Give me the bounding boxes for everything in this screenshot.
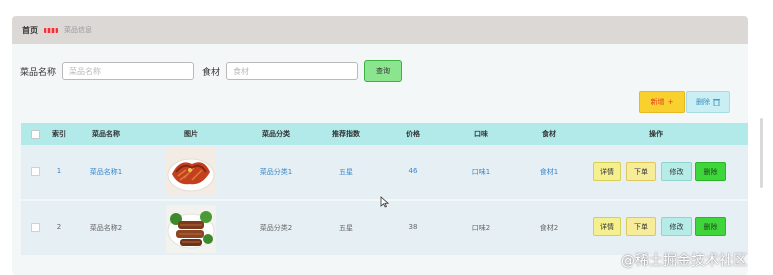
detail-button[interactable]: 详情 <box>593 162 621 181</box>
header-ingredient: 食材 <box>542 130 556 138</box>
table-header: 索引 菜品名称 图片 菜品分类 推荐指数 价格 口味 食材 操作 <box>21 123 748 145</box>
search-bar: 菜品名称 食材 查询 <box>20 60 403 82</box>
breadcrumb-current: 菜品信息 <box>64 26 92 34</box>
table-row: 2 菜品名称2 菜品分类2 五星 38 口味2 食材2 详情 下单 修改 删除 <box>21 201 748 255</box>
dish-image[interactable] <box>166 205 216 253</box>
row-category: 菜品分类2 <box>259 224 293 232</box>
add-button-label: 新增 <box>650 98 665 106</box>
order-button[interactable]: 下单 <box>626 217 656 236</box>
row-rating: 五星 <box>339 224 353 232</box>
header-index: 索引 <box>52 130 66 138</box>
row-category: 菜品分类1 <box>259 168 293 176</box>
row-taste: 口味2 <box>471 224 491 232</box>
remove-button[interactable]: 删除 <box>695 162 726 181</box>
row-price: 38 <box>408 223 418 231</box>
header-category: 菜品分类 <box>262 130 290 138</box>
trash-icon <box>713 99 720 106</box>
watermark: @稀土掘金技术社区 <box>621 253 747 269</box>
edit-button[interactable]: 修改 <box>661 162 692 181</box>
row-checkbox[interactable] <box>31 167 40 176</box>
add-button[interactable]: 新增 + <box>639 91 685 113</box>
table-row: 1 菜品名称1 菜品分类1 五星 46 口味1 食材1 详情 下单 修改 删除 <box>21 145 748 199</box>
ingredient-label: 食材 <box>202 67 221 78</box>
delete-button-label: 删除 <box>696 98 710 106</box>
row-ingredient: 食材1 <box>539 168 559 176</box>
order-button-label: 下单 <box>634 167 648 176</box>
dish-table: 索引 菜品名称 图片 菜品分类 推荐指数 价格 口味 食材 操作 1 菜品名称1… <box>21 123 748 255</box>
edit-button[interactable]: 修改 <box>661 217 692 236</box>
row-taste: 口味1 <box>471 168 491 176</box>
remove-button-label: 删除 <box>703 167 718 176</box>
dish-name-input[interactable] <box>62 62 195 80</box>
row-rating: 五星 <box>339 168 353 176</box>
header-image: 图片 <box>184 130 198 138</box>
page-scrollbar[interactable] <box>760 118 763 188</box>
select-all-checkbox[interactable] <box>31 130 40 139</box>
remove-button-label: 删除 <box>703 222 718 231</box>
plus-icon: + <box>667 98 674 106</box>
query-button-label: 查询 <box>376 67 391 75</box>
remove-button[interactable]: 删除 <box>695 217 726 236</box>
header-rating: 推荐指数 <box>332 130 360 138</box>
breadcrumb-home[interactable]: 首页 <box>22 25 38 36</box>
query-button[interactable]: 查询 <box>364 60 403 82</box>
row-index: 1 <box>56 167 62 175</box>
edit-button-label: 修改 <box>669 167 684 176</box>
breadcrumb: 首页 菜品信息 <box>12 16 748 44</box>
row-index: 2 <box>56 223 62 231</box>
row-dish-name[interactable]: 菜品名称1 <box>81 167 131 177</box>
edit-button-label: 修改 <box>669 222 684 231</box>
dish-image[interactable] <box>166 148 216 196</box>
header-dish-name: 菜品名称 <box>92 130 120 138</box>
row-dish-name[interactable]: 菜品名称2 <box>81 223 131 233</box>
ingredient-input[interactable] <box>226 62 359 80</box>
detail-button[interactable]: 详情 <box>593 217 621 236</box>
order-button-label: 下单 <box>634 222 648 231</box>
breadcrumb-separator-icon <box>44 27 58 33</box>
row-price: 46 <box>408 167 418 175</box>
delete-button[interactable]: 删除 <box>686 91 730 113</box>
detail-button-label: 详情 <box>600 222 614 231</box>
header-taste: 口味 <box>474 130 488 138</box>
row-ingredient: 食材2 <box>539 224 559 232</box>
header-actions: 操作 <box>649 130 663 138</box>
header-price: 价格 <box>406 130 420 138</box>
dish-name-label: 菜品名称 <box>20 67 57 78</box>
mouse-cursor-icon <box>380 196 389 208</box>
row-checkbox[interactable] <box>31 223 40 232</box>
detail-button-label: 详情 <box>600 167 614 176</box>
order-button[interactable]: 下单 <box>626 162 656 181</box>
